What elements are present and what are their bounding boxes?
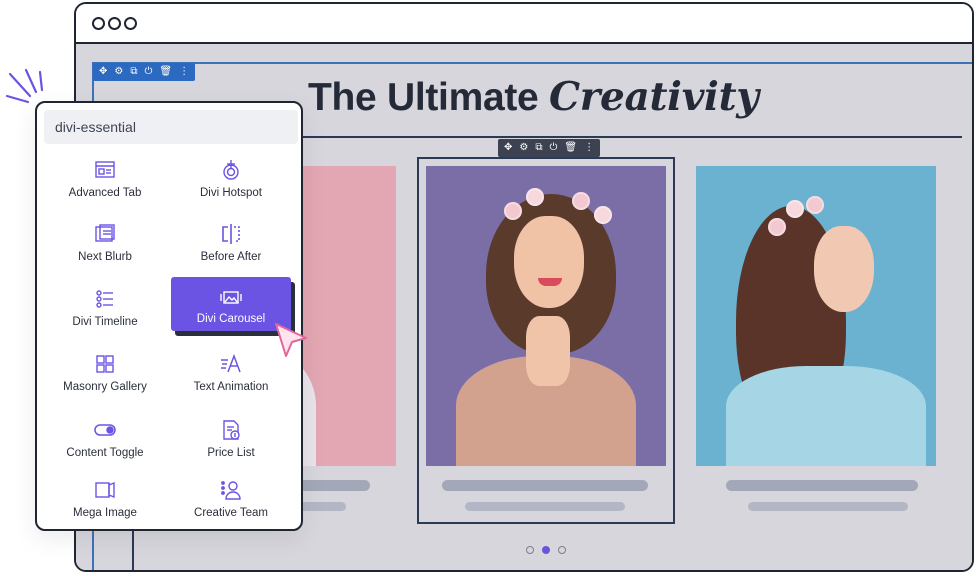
more-icon[interactable]: ⋮ [584, 139, 594, 157]
carousel-slide-right[interactable] [696, 166, 936, 466]
module-creative-team[interactable]: Creative Team [171, 479, 291, 533]
carousel-dot[interactable] [526, 546, 534, 554]
module-before-after[interactable]: Before After [171, 223, 291, 277]
module-label: Content Toggle [66, 447, 144, 459]
page-title: The Ultimate Creativity [308, 74, 759, 120]
before-after-icon [222, 224, 240, 244]
slide-title-placeholder [442, 480, 648, 491]
slide-title-placeholder [298, 480, 370, 491]
module-label: Text Animation [193, 381, 269, 393]
gear-icon[interactable]: ⚙ [114, 63, 123, 81]
flower-icon [526, 188, 544, 206]
team-icon [221, 481, 241, 500]
module-price-list[interactable]: Price List [171, 419, 291, 473]
module-advanced-tab[interactable]: Advanced Tab [45, 159, 165, 213]
power-icon[interactable]: ⏻ [550, 139, 558, 157]
tabs-icon [95, 161, 115, 178]
module-label: Price List [207, 447, 255, 459]
flower-icon [768, 218, 786, 236]
section-toolbar: ✥ ⚙ ⧉ ⏻ 🗑 ⋮ [93, 63, 196, 81]
module-label: Creative Team [194, 507, 268, 519]
portrait-face [514, 216, 584, 308]
carousel-icon [220, 291, 242, 304]
slide-text-placeholder [465, 502, 625, 511]
mouse-cursor-icon [275, 323, 307, 357]
module-next-blurb[interactable]: Next Blurb [45, 223, 165, 277]
module-label: Divi Hotspot [200, 187, 262, 199]
carousel-dot[interactable] [558, 546, 566, 554]
module-label: Advanced Tab [68, 187, 142, 199]
toggle-icon [94, 424, 116, 436]
flower-icon [504, 202, 522, 220]
duplicate-icon[interactable]: ⧉ [535, 139, 542, 157]
module-masonry-gallery[interactable]: Masonry Gallery [45, 353, 165, 407]
module-toolbar: ✥ ⚙ ⧉ ⏻ 🗑 ⋮ [498, 139, 601, 157]
portrait-hands [526, 316, 570, 386]
mega-image-icon [95, 481, 115, 499]
window-dot-icon[interactable] [108, 17, 121, 30]
move-icon[interactable]: ✥ [504, 139, 512, 157]
gallery-icon [96, 355, 114, 373]
slide-title-placeholder [726, 480, 918, 491]
timeline-icon [96, 290, 113, 308]
trash-icon[interactable]: 🗑 [564, 139, 577, 157]
portrait-face [814, 226, 874, 312]
flower-icon [786, 200, 804, 218]
window-dot-icon[interactable] [92, 17, 105, 30]
module-content-toggle[interactable]: Content Toggle [45, 419, 165, 473]
headline-plain: The Ultimate [308, 76, 539, 119]
move-icon[interactable]: ✥ [99, 63, 107, 81]
power-icon[interactable]: ⏻ [145, 63, 153, 81]
blurb-icon [95, 224, 115, 242]
module-label: Masonry Gallery [63, 381, 147, 393]
flower-icon [572, 192, 590, 210]
hotspot-icon [223, 160, 239, 180]
carousel-slide-center[interactable] [426, 166, 666, 466]
carousel-dot-active[interactable] [542, 546, 550, 554]
price-list-icon [223, 420, 240, 440]
flower-icon [594, 206, 612, 224]
module-divi-timeline[interactable]: Divi Timeline [45, 288, 165, 342]
module-divi-hotspot[interactable]: Divi Hotspot [171, 159, 291, 213]
slide-text-placeholder [298, 502, 346, 511]
text-animation-icon [221, 353, 241, 373]
carousel-pagination [526, 546, 566, 554]
more-icon[interactable]: ⋮ [179, 63, 189, 81]
module-label: Before After [200, 251, 262, 263]
portrait-blouse [726, 366, 926, 466]
duplicate-icon[interactable]: ⧉ [130, 63, 137, 81]
module-label: Divi Timeline [72, 316, 138, 328]
gear-icon[interactable]: ⚙ [519, 139, 528, 157]
module-search-input[interactable]: divi-essential [44, 110, 298, 144]
window-dot-icon[interactable] [124, 17, 137, 30]
module-label: Mega Image [73, 507, 137, 519]
flower-icon [806, 196, 824, 214]
slide-text-placeholder [748, 502, 908, 511]
headline-italic: Creativity [549, 74, 759, 120]
trash-icon[interactable]: 🗑 [159, 63, 172, 81]
module-mega-image[interactable]: Mega Image [45, 479, 165, 533]
module-label: Next Blurb [78, 251, 132, 263]
module-picker-panel: divi-essential Advanced Tab Divi Hotspot… [35, 101, 303, 531]
browser-title-bar [76, 4, 972, 44]
